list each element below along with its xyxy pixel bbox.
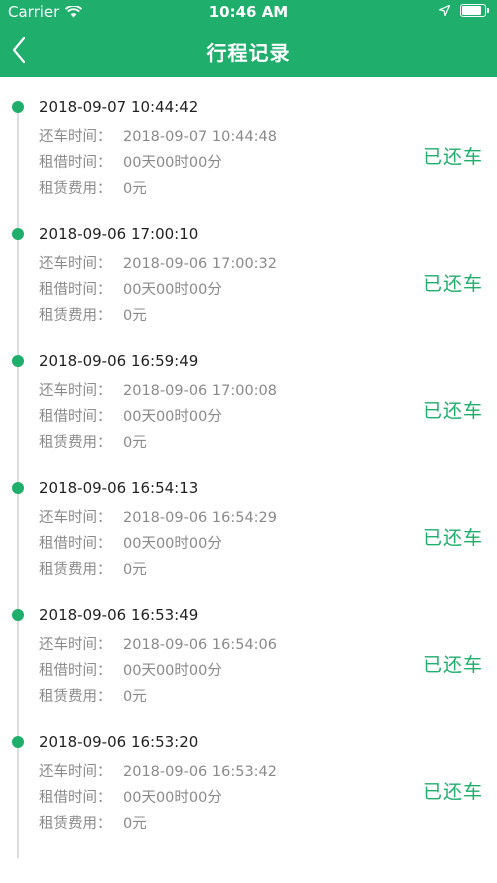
timeline-dot <box>12 482 24 494</box>
rent-fee-row: 租赁费用： 0元 <box>39 558 147 579</box>
rent-duration-value: 00天00时00分 <box>123 663 222 679</box>
timeline-dot <box>12 609 24 621</box>
rent-duration-row: 租借时间： 00天00时00分 <box>39 278 222 299</box>
trip-start-time: 2018-09-06 17:00:10 <box>39 225 199 243</box>
return-time-label: 还车时间： <box>39 129 112 145</box>
return-time-label: 还车时间： <box>39 256 112 272</box>
rent-fee-label: 租赁费用： <box>39 435 112 451</box>
return-time-value: 2018-09-06 16:54:06 <box>123 637 277 653</box>
rent-duration-row: 租借时间： 00天00时00分 <box>39 405 222 426</box>
timeline-dot <box>12 736 24 748</box>
trip-status: 已还车 <box>422 781 483 803</box>
rent-duration-label: 租借时间： <box>39 536 112 552</box>
rent-duration-label: 租借时间： <box>39 409 112 425</box>
rent-fee-value: 0元 <box>123 816 147 832</box>
battery-icon <box>460 4 486 17</box>
rent-duration-label: 租借时间： <box>39 663 112 679</box>
rent-fee-value: 0元 <box>123 562 147 578</box>
rent-duration-value: 00天00时00分 <box>123 409 222 425</box>
return-time-label: 还车时间： <box>39 637 112 653</box>
rent-fee-row: 租赁费用： 0元 <box>39 685 147 706</box>
return-time-value: 2018-09-07 10:44:48 <box>123 129 277 145</box>
trip-status: 已还车 <box>422 527 483 549</box>
rent-duration-value: 00天00时00分 <box>123 155 222 171</box>
timeline-dot <box>12 355 24 367</box>
rent-fee-label: 租赁费用： <box>39 816 112 832</box>
rent-fee-value: 0元 <box>123 689 147 705</box>
rent-fee-label: 租赁费用： <box>39 562 112 578</box>
battery-cap <box>487 8 489 13</box>
rent-fee-value: 0元 <box>123 435 147 451</box>
return-time-label: 还车时间： <box>39 383 112 399</box>
trip-record[interactable]: 2018-09-07 10:44:42 还车时间： 2018-09-07 10:4… <box>0 77 497 204</box>
rent-fee-label: 租赁费用： <box>39 308 112 324</box>
return-time-value: 2018-09-06 17:00:08 <box>123 383 277 399</box>
rent-fee-value: 0元 <box>123 181 147 197</box>
return-time-row: 还车时间： 2018-09-06 16:54:06 <box>39 633 277 654</box>
rent-duration-label: 租借时间： <box>39 282 112 298</box>
rent-duration-row: 租借时间： 00天00时00分 <box>39 151 222 172</box>
location-arrow-icon <box>439 5 450 16</box>
return-time-row: 还车时间： 2018-09-07 10:44:48 <box>39 125 277 146</box>
rent-duration-label: 租借时间： <box>39 790 112 806</box>
timeline-dot <box>12 228 24 240</box>
return-time-row: 还车时间： 2018-09-06 16:53:42 <box>39 760 277 781</box>
trip-record[interactable]: 2018-09-06 16:59:49 还车时间： 2018-09-06 17:0… <box>0 331 497 458</box>
trip-record[interactable]: 2018-09-06 16:53:20 还车时间： 2018-09-06 16:5… <box>0 712 497 839</box>
return-time-row: 还车时间： 2018-09-06 16:54:29 <box>39 506 277 527</box>
nav-bar: 行程记录 <box>0 24 497 77</box>
rent-duration-row: 租借时间： 00天00时00分 <box>39 532 222 553</box>
trip-start-time: 2018-09-07 10:44:42 <box>39 98 199 116</box>
timeline-dot <box>12 101 24 113</box>
trip-record[interactable]: 2018-09-06 16:54:13 还车时间： 2018-09-06 16:5… <box>0 458 497 585</box>
return-time-value: 2018-09-06 16:54:29 <box>123 510 277 526</box>
trip-record-list: 2018-09-07 10:44:42 还车时间： 2018-09-07 10:4… <box>0 77 497 839</box>
page-title: 行程记录 <box>206 41 291 65</box>
trip-status: 已还车 <box>422 654 483 676</box>
rent-fee-row: 租赁费用： 0元 <box>39 431 147 452</box>
return-time-row: 还车时间： 2018-09-06 17:00:08 <box>39 379 277 400</box>
return-time-label: 还车时间： <box>39 510 112 526</box>
return-time-value: 2018-09-06 16:53:42 <box>123 764 277 780</box>
trip-status: 已还车 <box>422 400 483 422</box>
trip-record[interactable]: 2018-09-06 16:53:49 还车时间： 2018-09-06 16:5… <box>0 585 497 712</box>
header: Carrier 10:46 AM 行程记录 <box>0 0 497 77</box>
rent-fee-value: 0元 <box>123 308 147 324</box>
rent-duration-row: 租借时间： 00天00时00分 <box>39 659 222 680</box>
return-time-row: 还车时间： 2018-09-06 17:00:32 <box>39 252 277 273</box>
rent-fee-row: 租赁费用： 0元 <box>39 812 147 833</box>
status-bar: Carrier 10:46 AM <box>0 0 497 24</box>
trip-status: 已还车 <box>422 273 483 295</box>
rent-duration-label: 租借时间： <box>39 155 112 171</box>
status-right <box>439 4 489 17</box>
rent-duration-row: 租借时间： 00天00时00分 <box>39 786 222 807</box>
trip-status: 已还车 <box>422 146 483 168</box>
trip-start-time: 2018-09-06 16:53:20 <box>39 733 199 751</box>
rent-fee-row: 租赁费用： 0元 <box>39 304 147 325</box>
rent-fee-label: 租赁费用： <box>39 181 112 197</box>
battery-level <box>462 6 481 15</box>
rent-duration-value: 00天00时00分 <box>123 790 222 806</box>
return-time-value: 2018-09-06 17:00:32 <box>123 256 277 272</box>
trip-start-time: 2018-09-06 16:59:49 <box>39 352 199 370</box>
trip-start-time: 2018-09-06 16:53:49 <box>39 606 199 624</box>
return-time-label: 还车时间： <box>39 764 112 780</box>
rent-duration-value: 00天00时00分 <box>123 536 222 552</box>
rent-fee-row: 租赁费用： 0元 <box>39 177 147 198</box>
trip-start-time: 2018-09-06 16:54:13 <box>39 479 199 497</box>
rent-duration-value: 00天00时00分 <box>123 282 222 298</box>
trip-record[interactable]: 2018-09-06 17:00:10 还车时间： 2018-09-06 17:0… <box>0 204 497 331</box>
rent-fee-label: 租赁费用： <box>39 689 112 705</box>
status-time: 10:46 AM <box>208 3 289 21</box>
